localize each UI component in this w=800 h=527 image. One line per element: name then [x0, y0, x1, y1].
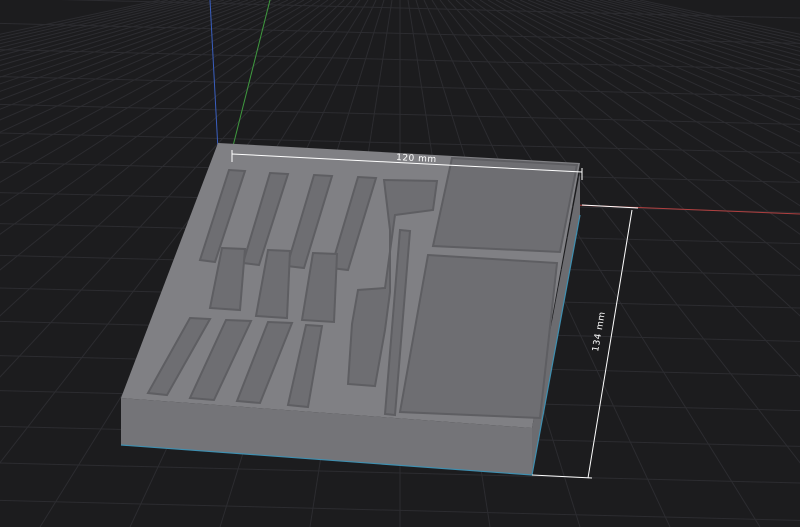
- viewport-canvas[interactable]: 120 mm 134 mm: [0, 0, 800, 527]
- grid-line: [551, 0, 800, 85]
- 3d-viewport[interactable]: 120 mm 134 mm: [0, 0, 800, 527]
- pocket-large-top: [431, 156, 579, 254]
- depth-dimension-label: 134 mm: [591, 311, 608, 353]
- grid-line: [535, 0, 800, 101]
- grid-line: [583, 0, 800, 61]
- grid-line: [623, 0, 800, 41]
- pocket-large-bottom: [398, 253, 559, 420]
- width-dimension-label: 120 mm: [396, 153, 437, 165]
- grid-line: [599, 0, 800, 52]
- tray-model[interactable]: [120, 143, 581, 476]
- grid-line: [631, 0, 800, 38]
